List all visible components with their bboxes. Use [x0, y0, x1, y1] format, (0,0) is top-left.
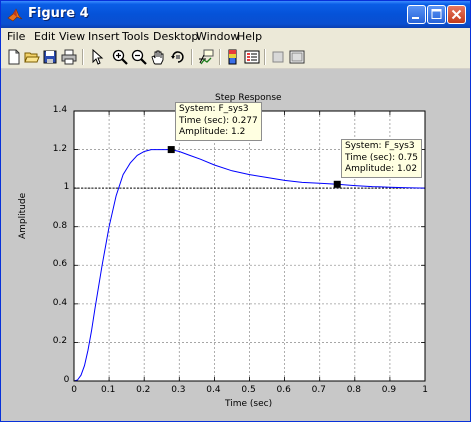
new-figure-icon [8, 49, 20, 65]
legend-icon [244, 50, 260, 64]
minimize-button[interactable] [407, 5, 426, 24]
figure-toolbar [1, 46, 470, 69]
open-file-icon [24, 52, 40, 63]
menu-edit[interactable]: Edit [34, 30, 55, 43]
toolbar-separator [219, 49, 221, 65]
x-tick-label: 0.2 [136, 385, 151, 395]
colorbar-icon [228, 49, 237, 65]
x-tick-label: 0.6 [276, 385, 291, 395]
minimize-icon [412, 17, 419, 19]
datatip-amplitude-label: Amplitude: 1.02 [345, 164, 418, 174]
x-tick-label: 1 [422, 385, 429, 395]
data-cursor-icon [199, 49, 214, 65]
datatip-settling[interactable]: System: F_sys3 Time (sec): 0.75 Amplitud… [341, 139, 423, 178]
x-tick-label: 0.7 [311, 385, 326, 395]
print-icon [61, 49, 77, 65]
x-axis-label: Time (sec) [225, 399, 273, 409]
colorbar-button[interactable] [224, 48, 242, 66]
save-button[interactable] [41, 48, 59, 66]
y-tick-label: 1.4 [52, 105, 68, 115]
menu-tools[interactable]: Tools [122, 30, 149, 43]
y-tick-label: 1.2 [52, 143, 68, 154]
pan-hand-icon [151, 50, 164, 65]
edit-plot-button[interactable] [88, 48, 106, 66]
menu-bar: File Edit View Insert Tools Desktop Wind… [1, 28, 470, 46]
title-bar[interactable]: Figure 4 [1, 1, 470, 28]
zoom-out-button[interactable] [130, 48, 148, 66]
close-icon [451, 9, 462, 20]
menu-view[interactable]: View [59, 30, 85, 43]
x-tick-label: 0.1 [101, 385, 116, 395]
datatip-amplitude-label: Amplitude: 1.2 [179, 127, 246, 137]
print-button[interactable] [60, 48, 78, 66]
data-cursor-button[interactable] [197, 48, 215, 66]
open-file-button[interactable] [23, 48, 41, 66]
x-tick-label: 0.5 [241, 385, 256, 395]
y-axis-label: Amplitude [18, 192, 28, 239]
zoom-in-button[interactable] [111, 48, 129, 66]
y-tick-label: 0 [63, 375, 70, 385]
new-figure-button[interactable] [5, 48, 23, 66]
rotate-3d-icon [171, 51, 184, 63]
toolbar-separator [191, 49, 193, 65]
pan-button[interactable] [149, 48, 167, 66]
y-tick-label: 0.2 [52, 336, 68, 347]
zoom-in-icon [112, 49, 128, 65]
edit-plot-arrow-icon [92, 49, 104, 65]
maximize-button[interactable] [427, 5, 446, 24]
x-tick-label: 0.4 [206, 385, 221, 395]
datatip-system-label: System: F_sys3 [345, 141, 415, 151]
datatip-time-label: Time (sec): 0.277 [179, 115, 258, 126]
hide-plot-tools-icon [272, 51, 284, 63]
menu-file[interactable]: File [7, 30, 25, 43]
menu-help[interactable]: Help [237, 30, 262, 43]
legend-button[interactable] [243, 48, 261, 66]
y-tick-label: 0.6 [52, 259, 68, 270]
y-tick-label: 1 [63, 182, 70, 193]
matlab-logo-icon [7, 8, 23, 22]
zoom-out-icon [131, 49, 147, 65]
x-tick-label: 0.8 [346, 385, 362, 395]
x-tick-label: 0.9 [381, 385, 397, 395]
toolbar-separator [82, 49, 84, 65]
menu-window[interactable]: Window [196, 30, 239, 43]
datatip-system-label: System: F_sys3 [179, 104, 249, 114]
datatip-marker [333, 180, 341, 188]
figure-canvas: Step Response Time (sec) Amplitude 0 0.1 0… [1, 69, 470, 421]
x-tick-label: 0.3 [171, 385, 186, 395]
datatip-marker [167, 146, 175, 154]
y-tick-label: 0.8 [52, 220, 68, 231]
show-plot-tools-button[interactable] [288, 48, 306, 66]
x-tick-label: 0 [71, 385, 78, 395]
maximize-icon [431, 9, 442, 19]
save-icon [43, 50, 57, 64]
datatip-time-label: Time (sec): 0.75 [345, 152, 419, 163]
datatip-peak[interactable]: System: F_sys3 Time (sec): 0.277 Amplitu… [175, 102, 262, 141]
hide-plot-tools-button[interactable] [269, 48, 287, 66]
toolbar-separator [264, 49, 266, 65]
menu-insert[interactable]: Insert [88, 30, 120, 43]
y-tick-label: 0.4 [52, 297, 68, 308]
show-plot-tools-icon [289, 50, 305, 64]
rotate-3d-button[interactable] [169, 48, 187, 66]
figure-window: Figure 4 File Edit View Insert Tools Des… [0, 0, 471, 422]
window-title: Figure 4 [28, 6, 89, 21]
close-button[interactable] [447, 5, 466, 24]
menu-desktop[interactable]: Desktop [153, 30, 198, 43]
